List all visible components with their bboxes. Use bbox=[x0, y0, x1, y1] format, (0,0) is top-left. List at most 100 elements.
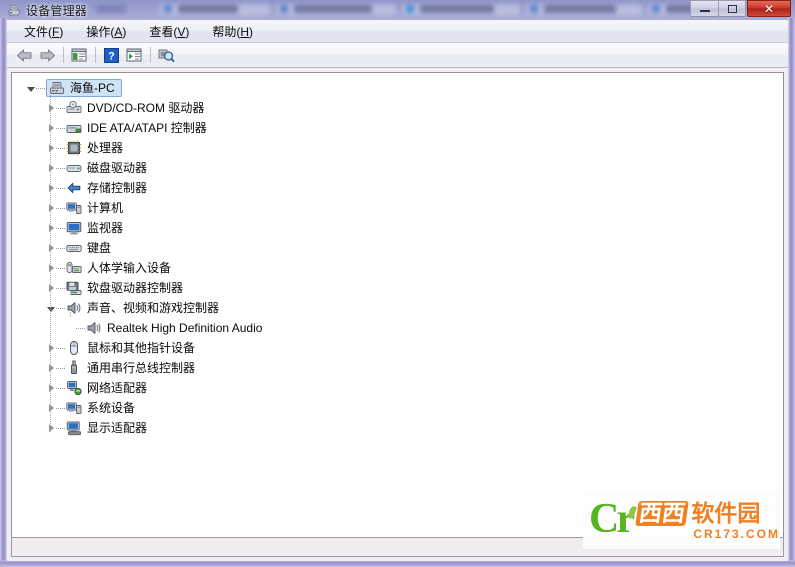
tree-row[interactable]: IDE ATA/ATAPI 控制器 bbox=[12, 118, 783, 138]
tree-row[interactable]: 人体学输入设备 bbox=[12, 258, 783, 278]
tree-item-label: 网络适配器 bbox=[87, 381, 148, 395]
network-adapter-icon bbox=[66, 380, 82, 396]
tree-item-label: 计算机 bbox=[87, 201, 124, 215]
tree-row[interactable]: 磁盘驱动器 bbox=[12, 158, 783, 178]
selected-node[interactable]: 海鱼-PC bbox=[46, 79, 122, 97]
tree-row[interactable]: 鼠标和其他指针设备 bbox=[12, 338, 783, 358]
toolbar-separator-2 bbox=[95, 47, 96, 63]
monitor-icon bbox=[66, 220, 82, 236]
tree-row[interactable]: 存储控制器 bbox=[12, 178, 783, 198]
menu-help[interactable]: 帮助(H) bbox=[202, 20, 263, 43]
tree-row[interactable]: 处理器 bbox=[12, 138, 783, 158]
tree-row[interactable]: Realtek High Definition Audio bbox=[12, 318, 783, 338]
tree-row[interactable]: 计算机 bbox=[12, 198, 783, 218]
tree-item-label: 软盘驱动器控制器 bbox=[87, 281, 184, 295]
tree-leaf-spacer bbox=[65, 323, 76, 334]
disk-drive-icon bbox=[66, 160, 82, 176]
watermark-text-block: 西西 软件园 CR173.COM bbox=[635, 500, 780, 541]
tree-row[interactable]: 键盘 bbox=[12, 238, 783, 258]
menu-file[interactable]: 文件(F) bbox=[14, 20, 73, 43]
tree-row[interactable]: 网络适配器 bbox=[12, 378, 783, 398]
audio-device-icon bbox=[86, 320, 102, 336]
watermark-brand-2: 软件园 bbox=[691, 500, 761, 526]
device-tree-panel[interactable]: 海鱼-PC DVD/CD-ROM 驱动器 IDE ATA/ATAPI 控制器处理器… bbox=[11, 72, 784, 549]
tree-guide-level2 bbox=[70, 308, 71, 318]
watermark-brand-1: 西西 bbox=[635, 500, 690, 526]
tree-connector bbox=[56, 247, 65, 249]
tree-connector bbox=[56, 287, 65, 289]
tree-row[interactable]: 系统设备 bbox=[12, 398, 783, 418]
computer-node-icon bbox=[49, 80, 65, 96]
tree-connector bbox=[56, 207, 65, 209]
device-manager-icon bbox=[7, 3, 21, 17]
forward-arrow-icon bbox=[40, 49, 55, 61]
tree-item-label: 系统设备 bbox=[87, 401, 136, 415]
system-device-icon bbox=[66, 400, 82, 416]
show-hide-console-tree-button[interactable] bbox=[68, 45, 90, 66]
dvd-drive-icon bbox=[66, 100, 82, 116]
tree-item-label: 通用串行总线控制器 bbox=[87, 361, 196, 375]
tree-connector bbox=[56, 107, 65, 109]
watermark-logo: Cr 西西 软件园 CR173.COM bbox=[583, 493, 780, 549]
properties-button[interactable] bbox=[123, 45, 145, 66]
computer-icon bbox=[66, 200, 82, 216]
root-expander[interactable] bbox=[25, 83, 36, 94]
tree-connector bbox=[56, 367, 65, 369]
forward-button[interactable] bbox=[36, 45, 58, 66]
tree-row[interactable]: 软盘驱动器控制器 bbox=[12, 278, 783, 298]
tree-row[interactable]: 显示适配器 bbox=[12, 418, 783, 438]
floppy-controller-icon bbox=[66, 280, 82, 296]
device-tree: 海鱼-PC DVD/CD-ROM 驱动器 IDE ATA/ATAPI 控制器处理器… bbox=[12, 73, 783, 438]
toolbar-separator-3 bbox=[150, 47, 151, 63]
help-question-icon: ? bbox=[103, 47, 119, 63]
ide-controller-icon bbox=[66, 120, 82, 136]
tree-item-label: 处理器 bbox=[87, 141, 124, 155]
console-tree-icon bbox=[71, 48, 87, 62]
tree-item-label: Realtek High Definition Audio bbox=[107, 321, 263, 335]
tree-connector bbox=[76, 327, 85, 329]
back-arrow-icon bbox=[16, 49, 31, 61]
scan-hardware-icon bbox=[158, 49, 175, 62]
tree-row[interactable]: DVD/CD-ROM 驱动器 bbox=[12, 98, 783, 118]
close-icon: ✕ bbox=[763, 1, 775, 16]
tree-item-label: 键盘 bbox=[87, 241, 112, 255]
properties-icon bbox=[126, 48, 142, 62]
tree-connector bbox=[36, 87, 45, 89]
window-frame-bottom bbox=[0, 560, 795, 567]
tool-bar: ? bbox=[7, 43, 788, 68]
window-controls: ✕ bbox=[690, 0, 791, 17]
maximize-button[interactable] bbox=[718, 0, 746, 17]
tree-row[interactable]: 监视器 bbox=[12, 218, 783, 238]
toolbar-separator-1 bbox=[63, 47, 64, 63]
tree-item-label: 监视器 bbox=[87, 221, 124, 235]
menu-view[interactable]: 查看(V) bbox=[139, 20, 199, 43]
tree-item-label: DVD/CD-ROM 驱动器 bbox=[87, 101, 205, 115]
scan-hardware-changes-button[interactable] bbox=[155, 45, 177, 66]
tree-connector bbox=[56, 387, 65, 389]
client-area: 文件(F) 操作(A) 查看(V) 帮助(H) ? 海鱼-PC DVD/CD-R… bbox=[7, 20, 788, 561]
display-adapter-icon bbox=[66, 420, 82, 436]
tree-item-label: 显示适配器 bbox=[87, 421, 148, 435]
tree-row[interactable]: 声音、视频和游戏控制器 bbox=[12, 298, 783, 318]
window-frame-left bbox=[0, 18, 7, 561]
back-button[interactable] bbox=[13, 45, 35, 66]
tree-children: DVD/CD-ROM 驱动器 IDE ATA/ATAPI 控制器处理器磁盘驱动器存… bbox=[12, 98, 783, 438]
tree-item-label: 磁盘驱动器 bbox=[87, 161, 148, 175]
tree-row-root[interactable]: 海鱼-PC bbox=[12, 78, 783, 98]
tree-connector bbox=[56, 427, 65, 429]
tree-row[interactable]: 通用串行总线控制器 bbox=[12, 358, 783, 378]
tree-item-label: 存储控制器 bbox=[87, 181, 148, 195]
storage-controller-icon bbox=[66, 180, 82, 196]
help-button[interactable]: ? bbox=[100, 45, 122, 66]
title-bar[interactable]: 设备管理器 ✕ bbox=[0, 0, 795, 20]
tree-connector bbox=[56, 407, 65, 409]
tree-connector bbox=[56, 307, 65, 309]
tree-guide-level1 bbox=[50, 93, 51, 433]
minimize-button[interactable] bbox=[690, 0, 718, 17]
window-frame-right bbox=[788, 18, 795, 561]
menu-action[interactable]: 操作(A) bbox=[76, 20, 136, 43]
close-button[interactable]: ✕ bbox=[747, 0, 791, 17]
keyboard-icon bbox=[66, 240, 82, 256]
device-manager-window: 设备管理器 ✕ 文件(F) 操作(A) 查看(V) 帮助(H) ? 海鱼-PC … bbox=[0, 0, 795, 567]
hid-device-icon bbox=[66, 260, 82, 276]
